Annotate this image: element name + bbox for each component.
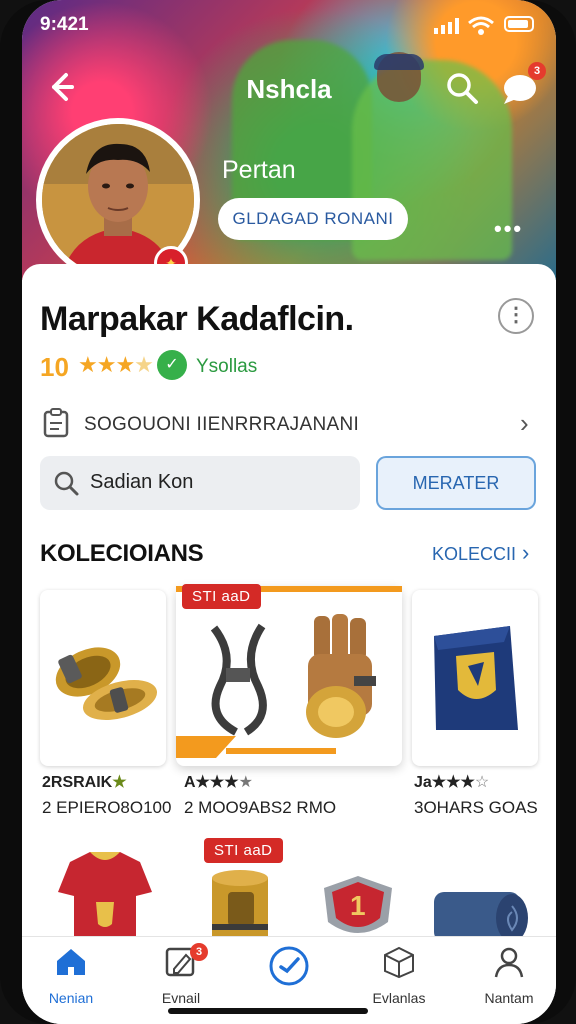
follow-button[interactable]: GLDAGAD RONANI	[218, 198, 408, 240]
home-icon	[57, 949, 85, 975]
section-title: KOLECIOIANS	[40, 540, 204, 567]
status-bar: 9:421	[22, 12, 556, 40]
rolled-mat-image	[434, 892, 528, 942]
item-rating: 2RSRAIK★	[42, 774, 127, 791]
see-all-link[interactable]: KOLECCII	[432, 544, 516, 565]
item-tag: STI ааD	[182, 584, 261, 609]
item-rating: Ja★★★☆	[414, 774, 490, 791]
search-icon	[54, 471, 79, 496]
nav-item-add[interactable]	[244, 945, 334, 998]
home-indicator	[168, 1008, 368, 1014]
collection-item-roll[interactable]	[426, 852, 536, 942]
chevron-right-icon: ›	[520, 408, 529, 438]
jersey-image	[58, 852, 152, 942]
item-rating: A★★★★	[184, 774, 253, 791]
phone-frame: 9:421 Nshcla 3 ✦ Pertan GLDAGAD RONANI •…	[0, 0, 576, 1024]
rating-value: 10	[40, 352, 69, 382]
box-icon	[384, 946, 414, 979]
details-link-row[interactable]: SOGOUONI IIENRRRAJANANI ›	[22, 394, 556, 454]
nav-item-home[interactable]: Nenian	[26, 945, 116, 1006]
wifi-icon	[468, 16, 494, 35]
master-button[interactable]: MERATER	[376, 456, 536, 510]
nav-badge: 3	[190, 943, 208, 961]
collection-item[interactable]	[412, 590, 538, 766]
status-time: 9:421	[40, 14, 89, 35]
search-value: Sadian Kon	[90, 471, 194, 493]
collection-item[interactable]	[40, 590, 166, 766]
profile-card: Marpakar Kadaflcin. ⋮ 10 ★★★★ ✓ Ysollas …	[22, 264, 556, 954]
nav-item-profile[interactable]: Nantam	[464, 945, 554, 1006]
search-icon[interactable]	[442, 68, 482, 108]
rating-stars: ★★★★	[78, 352, 154, 377]
info-button[interactable]: ⋮	[498, 298, 534, 334]
collection-item-featured[interactable]: STI ааD	[176, 584, 402, 766]
search-input[interactable]: Sadian Kon	[40, 456, 360, 510]
document-icon	[43, 408, 69, 438]
verified-label: Ysollas	[196, 356, 258, 377]
add-icon	[269, 946, 309, 986]
item-price: 2 EPIERO8O100	[42, 798, 172, 817]
chat-badge: 3	[528, 62, 546, 80]
shield-number: 1	[350, 890, 366, 921]
gold-bracer-image	[55, 647, 157, 720]
app-screen: 9:421 Nshcla 3 ✦ Pertan GLDAGAD RONANI •…	[22, 0, 556, 1024]
details-link-text: SOGOUONI IIENRRRAJANANI	[84, 414, 360, 435]
verified-chat-icon: ✓	[157, 350, 187, 380]
more-options-icon[interactable]: •••	[494, 216, 523, 242]
chevron-right-icon[interactable]: ›	[522, 540, 529, 566]
profile-name: Marpakar Kadaflcin.	[40, 300, 354, 338]
blue-bag-image	[434, 626, 518, 730]
collection-item-jersey[interactable]	[40, 852, 170, 942]
nav-item-box[interactable]: Evlanlas	[354, 945, 444, 1006]
battery-icon	[504, 16, 534, 32]
hero-username: Pertan	[222, 156, 296, 184]
nav-item-edit[interactable]: 3 Evnail	[136, 943, 226, 1006]
signal-icon	[434, 18, 459, 34]
gauntlet-image	[176, 586, 402, 758]
collection-item-shield[interactable]: 1	[308, 852, 408, 942]
item-price: 2 MOO9ABS2 RMO	[184, 798, 337, 817]
item-price: 3OHARS GOAS	[414, 798, 538, 817]
collection-item-canister[interactable]: STI ааD	[198, 838, 298, 952]
hero-banner: 9:421 Nshcla 3 ✦ Pertan GLDAGAD RONANI •…	[22, 0, 556, 280]
top-bar: Nshcla 3	[22, 62, 556, 112]
item-tag: STI ааD	[204, 838, 283, 863]
profile-icon	[494, 947, 524, 978]
